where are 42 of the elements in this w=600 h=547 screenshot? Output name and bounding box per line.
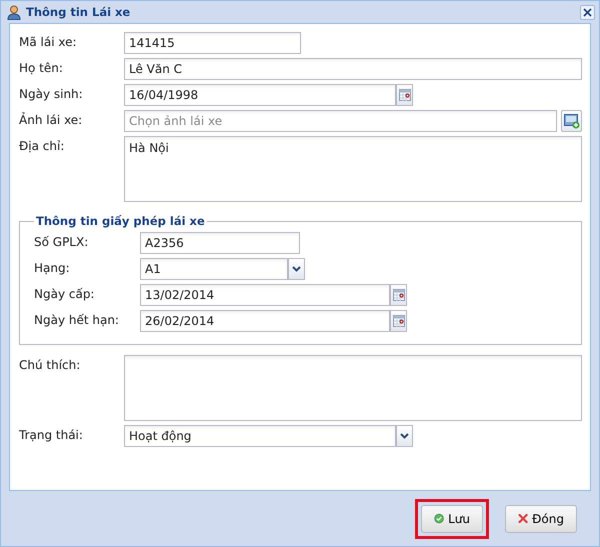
calendar-icon: [392, 289, 404, 301]
dropdown-field[interactable]: Hoạt động: [124, 425, 396, 447]
field-label: Trạng thái:: [19, 427, 84, 442]
close-icon: [518, 511, 528, 526]
caret-icon: [292, 266, 301, 272]
field-label: Ngày cấp:: [34, 286, 96, 301]
field-label: Địa chỉ:: [19, 138, 66, 153]
add-image-icon: [564, 113, 580, 129]
user-icon: [7, 4, 21, 20]
calendar-icon: [398, 89, 410, 101]
field-label: Chú thích:: [19, 357, 82, 372]
window-title: Thông tin Lái xe: [26, 5, 132, 19]
field-label: Số GPLX:: [34, 234, 90, 249]
check-icon: [434, 511, 444, 526]
calendar-icon: [392, 315, 404, 327]
date-picker-button[interactable]: [390, 284, 407, 306]
group-title: Thông tin giấy phép lái xe: [35, 214, 206, 228]
field-label: Hạng:: [34, 260, 71, 275]
text-field[interactable]: 141415: [124, 32, 301, 54]
close-button[interactable]: Đóng: [505, 504, 577, 532]
image-field[interactable]: Chọn ảnh lái xe: [124, 110, 558, 132]
dropdown-field[interactable]: A1: [140, 258, 288, 280]
date-picker-button[interactable]: [396, 84, 413, 106]
date-field[interactable]: 16/04/1998: [124, 84, 396, 106]
field-label: Họ tên:: [19, 60, 64, 75]
date-field[interactable]: 13/02/2014: [140, 284, 390, 306]
text-field[interactable]: Lê Văn C: [124, 58, 582, 80]
dropdown-button[interactable]: [396, 425, 413, 447]
field-label: Ngày sinh:: [19, 86, 84, 101]
close-icon: [583, 8, 592, 16]
date-field[interactable]: 26/02/2014: [140, 310, 390, 332]
add-image-button[interactable]: [561, 110, 582, 132]
text-area[interactable]: Hà Nội: [124, 136, 582, 202]
dropdown-button[interactable]: [288, 258, 305, 280]
field-label: Ngày hết hạn:: [34, 312, 120, 327]
caret-icon: [400, 433, 409, 439]
date-picker-button[interactable]: [390, 310, 407, 332]
save-button[interactable]: Lưu: [421, 504, 483, 532]
close-button[interactable]: [580, 4, 595, 20]
field-label: Mã lái xe:: [19, 34, 78, 49]
field-label: Ảnh lái xe:: [19, 111, 84, 127]
text-field[interactable]: A2356: [140, 232, 300, 254]
